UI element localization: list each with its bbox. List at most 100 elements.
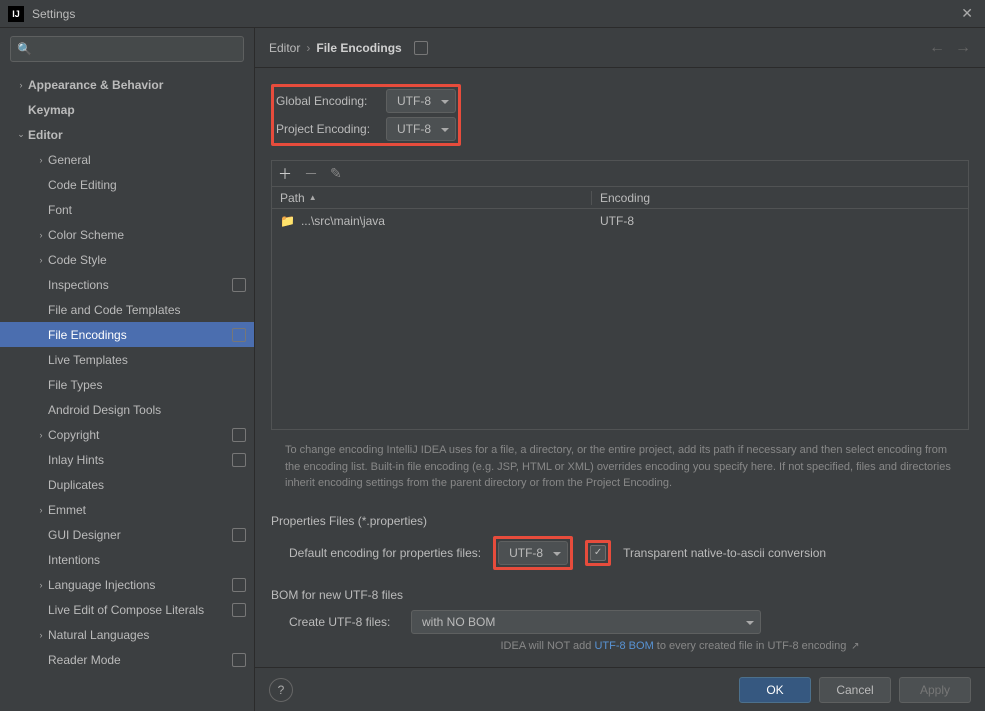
sidebar-item-code-editing[interactable]: Code Editing — [0, 172, 254, 197]
sidebar-item-label: Font — [48, 203, 246, 217]
sidebar-item-label: Code Editing — [48, 178, 246, 192]
sidebar-item-intentions[interactable]: Intentions — [0, 547, 254, 572]
sidebar-item-label: Color Scheme — [48, 228, 246, 242]
create-utf8-label: Create UTF-8 files: — [289, 615, 399, 629]
table-row[interactable]: 📁...\src\main\javaUTF-8 — [272, 209, 968, 233]
project-badge-icon — [232, 453, 246, 467]
project-badge-icon — [232, 328, 246, 342]
project-badge-icon — [232, 428, 246, 442]
cell-encoding: UTF-8 — [592, 214, 968, 228]
encoding-highlight: Global Encoding: UTF-8 Project Encoding:… — [271, 84, 461, 146]
sidebar-item-file-encodings[interactable]: File Encodings — [0, 322, 254, 347]
project-encoding-combo[interactable]: UTF-8 — [386, 117, 456, 141]
dialog-button-row: ? OK Cancel Apply — [255, 667, 985, 711]
create-utf8-combo[interactable]: with NO BOM — [411, 610, 761, 634]
chevron-icon: › — [14, 80, 28, 90]
sidebar-item-label: Code Style — [48, 253, 246, 267]
properties-default-label: Default encoding for properties files: — [289, 546, 481, 560]
project-encoding-label: Project Encoding: — [276, 122, 386, 136]
sidebar-item-natural-languages[interactable]: ›Natural Languages — [0, 622, 254, 647]
transparent-checkbox[interactable]: ✓ — [590, 545, 606, 561]
app-icon: IJ — [8, 6, 24, 22]
sidebar-item-inlay-hints[interactable]: Inlay Hints — [0, 447, 254, 472]
sidebar-item-color-scheme[interactable]: ›Color Scheme — [0, 222, 254, 247]
cancel-button[interactable]: Cancel — [819, 677, 891, 703]
breadcrumb-parent[interactable]: Editor — [269, 41, 300, 55]
sidebar-item-live-templates[interactable]: Live Templates — [0, 347, 254, 372]
project-badge-icon — [232, 528, 246, 542]
sidebar-item-label: Emmet — [48, 503, 246, 517]
sidebar-item-code-style[interactable]: ›Code Style — [0, 247, 254, 272]
sidebar-item-general[interactable]: ›General — [0, 147, 254, 172]
encoding-table: Path ▲ Encoding 📁...\src\main\javaUTF-8 — [271, 186, 969, 430]
sidebar-item-editor[interactable]: ⌄Editor — [0, 122, 254, 147]
chevron-icon: › — [34, 255, 48, 265]
sidebar-item-language-injections[interactable]: ›Language Injections — [0, 572, 254, 597]
sidebar-item-label: General — [48, 153, 246, 167]
project-badge-icon — [232, 603, 246, 617]
chevron-right-icon: › — [306, 41, 310, 55]
search-input[interactable] — [36, 42, 237, 56]
sidebar-item-inspections[interactable]: Inspections — [0, 272, 254, 297]
sidebar-item-gui-designer[interactable]: GUI Designer — [0, 522, 254, 547]
apply-button[interactable]: Apply — [899, 677, 971, 703]
sidebar-item-copyright[interactable]: ›Copyright — [0, 422, 254, 447]
sidebar: 🔍 ›Appearance & BehaviorKeymap⌄Editor›Ge… — [0, 28, 255, 711]
sidebar-item-appearance-behavior[interactable]: ›Appearance & Behavior — [0, 72, 254, 97]
close-icon[interactable]: ✕ — [957, 5, 977, 22]
properties-encoding-combo[interactable]: UTF-8 — [498, 541, 568, 565]
col-header-encoding[interactable]: Encoding — [592, 191, 968, 205]
transparent-checkbox-highlight: ✓ — [585, 540, 611, 566]
add-button-icon[interactable]: ＋ — [278, 164, 292, 184]
chevron-icon: › — [34, 580, 48, 590]
breadcrumb-current: File Encodings — [316, 41, 401, 55]
project-badge-icon — [232, 578, 246, 592]
chevron-icon: › — [34, 430, 48, 440]
nav-back-icon[interactable]: ← — [929, 39, 945, 57]
global-encoding-combo[interactable]: UTF-8 — [386, 89, 456, 113]
sidebar-item-label: File Types — [48, 378, 246, 392]
sort-asc-icon: ▲ — [309, 193, 317, 202]
sidebar-item-file-and-code-templates[interactable]: File and Code Templates — [0, 297, 254, 322]
sidebar-item-font[interactable]: Font — [0, 197, 254, 222]
sidebar-item-label: File Encodings — [48, 328, 232, 342]
help-text: To change encoding IntelliJ IDEA uses fo… — [271, 430, 969, 504]
sidebar-item-keymap[interactable]: Keymap — [0, 97, 254, 122]
ok-button[interactable]: OK — [739, 677, 811, 703]
sidebar-item-live-edit-of-compose-literals[interactable]: Live Edit of Compose Literals — [0, 597, 254, 622]
transparent-label: Transparent native-to-ascii conversion — [623, 546, 826, 560]
chevron-icon: › — [34, 230, 48, 240]
remove-button-icon[interactable]: － — [304, 164, 318, 184]
sidebar-item-label: Inspections — [48, 278, 232, 292]
sidebar-item-label: Natural Languages — [48, 628, 246, 642]
edit-button-icon[interactable]: ✎ — [330, 165, 342, 182]
sidebar-item-label: Keymap — [28, 103, 246, 117]
title-bar: IJ Settings ✕ — [0, 0, 985, 28]
nav-forward-icon[interactable]: → — [955, 39, 971, 57]
sidebar-item-android-design-tools[interactable]: Android Design Tools — [0, 397, 254, 422]
window-title: Settings — [32, 7, 75, 21]
sidebar-item-label: Copyright — [48, 428, 232, 442]
sidebar-item-label: GUI Designer — [48, 528, 232, 542]
bom-link[interactable]: UTF-8 BOM — [594, 640, 653, 652]
sidebar-item-label: Duplicates — [48, 478, 246, 492]
external-link-icon: ↗ — [848, 641, 859, 652]
help-button[interactable]: ? — [269, 678, 293, 702]
project-badge-icon — [414, 41, 428, 55]
sidebar-item-duplicates[interactable]: Duplicates — [0, 472, 254, 497]
col-header-path[interactable]: Path ▲ — [272, 191, 592, 205]
search-input-wrap[interactable]: 🔍 — [10, 36, 244, 62]
sidebar-item-label: Language Injections — [48, 578, 232, 592]
bom-note: IDEA will NOT add UTF-8 BOM to every cre… — [391, 640, 969, 652]
properties-combo-highlight: UTF-8 — [493, 536, 573, 570]
chevron-icon: ⌄ — [14, 129, 28, 140]
sidebar-item-file-types[interactable]: File Types — [0, 372, 254, 397]
search-icon: 🔍 — [17, 42, 32, 56]
settings-tree: ›Appearance & BehaviorKeymap⌄Editor›Gene… — [0, 70, 254, 711]
chevron-icon: › — [34, 155, 48, 165]
sidebar-item-label: Reader Mode — [48, 653, 232, 667]
sidebar-item-reader-mode[interactable]: Reader Mode — [0, 647, 254, 672]
sidebar-item-label: Live Edit of Compose Literals — [48, 603, 232, 617]
sidebar-item-label: Appearance & Behavior — [28, 78, 246, 92]
sidebar-item-emmet[interactable]: ›Emmet — [0, 497, 254, 522]
